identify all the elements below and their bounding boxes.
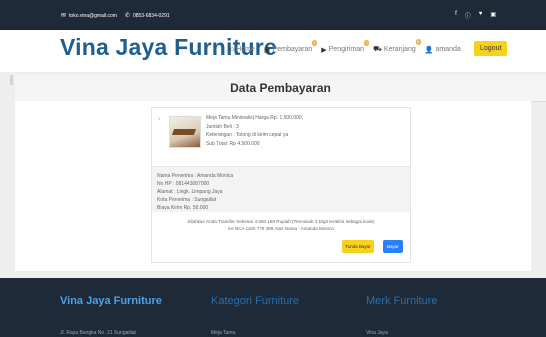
pay-later-button[interactable]: Tunda Bayar: [342, 240, 374, 253]
phone-contact: ✆ 0853-6834-0291: [124, 12, 170, 20]
mail-icon: ✉: [61, 13, 67, 19]
shipping-cost: Biaya Kirim Rp. 50.000: [157, 205, 209, 211]
nav-home-label: Home: [236, 46, 255, 53]
footer-brand: Vina Jaya Furniture: [60, 295, 162, 307]
youtube-icon[interactable]: ▣: [490, 11, 496, 20]
instagram-icon[interactable]: ⓘ: [465, 11, 471, 20]
item-subtotal: Sub Total: Rp 4.500.000: [206, 140, 260, 147]
footer: Vina Jaya Furniture Kategori Furniture M…: [0, 278, 546, 337]
transfer-amount-text: Silahkan Anda Transfer Sebesar 4.550.168…: [187, 219, 375, 224]
item-note: Keterangan : Tolong di kirim cepat ya: [206, 132, 289, 138]
phone-icon: ✆: [124, 13, 130, 19]
top-bar: ✉ toko.vina@gmail.com ✆ 0853-6834-0291 f…: [0, 0, 546, 30]
email-contact: ✉ toko.vina@gmail.com: [61, 12, 117, 20]
facebook-icon[interactable]: f: [455, 11, 457, 20]
phone-text: 0853-6834-0291: [132, 12, 170, 19]
recipient-city: Kota Penerima : Sungailiat: [157, 197, 217, 203]
footer-kategori-item[interactable]: Meja Tamu: [211, 330, 235, 336]
nav-user-label: amanda: [435, 46, 461, 53]
contact-info: ✉ toko.vina@gmail.com ✆ 0853-6834-0291: [61, 12, 170, 20]
footer-kategori-heading: Kategori Furniture: [211, 295, 300, 307]
recipient-address: Alamat : Lingk. Limpang Jaya: [157, 189, 223, 195]
recipient-name: Nama Penerima : Amanda Monica: [157, 173, 234, 179]
money-icon: ▣: [263, 46, 271, 54]
item-qty: Jumlah Beli : 3: [206, 123, 239, 130]
item-name-price: Meja Tamu Minimalis| Harga Rp. 1.500.000…: [206, 115, 304, 121]
bank-account-text: Ke BCA 1180 779 388 Atas Nama : Amanda M…: [228, 226, 334, 231]
scroll-edge: [10, 75, 13, 85]
nav-keranjang[interactable]: ⛟ Keranjang 0: [373, 39, 421, 54]
home-icon: ⌂: [230, 46, 235, 53]
product-image: [169, 116, 201, 148]
cart-icon: ⛟: [373, 46, 382, 53]
nav-pengiriman[interactable]: ▶ Pengiriman 0: [321, 39, 370, 54]
pembayaran-badge: 1: [312, 39, 318, 46]
payment-card: 1 Meja Tamu Minimalis| Harga Rp. 1.500.0…: [151, 107, 411, 263]
nav-pengiriman-label: Pengiriman: [328, 46, 365, 53]
footer-merk-item[interactable]: Vina Jaya: [366, 330, 388, 336]
twitter-icon[interactable]: ♥: [479, 11, 483, 20]
footer-merk-heading: Merk Furniture: [366, 295, 438, 307]
pengiriman-badge: 0: [363, 39, 370, 46]
keranjang-badge: 0: [415, 39, 421, 45]
nav-pembayaran[interactable]: ▣ Pembayaran 1: [263, 39, 318, 54]
page-title: Data Pembayaran: [15, 75, 546, 102]
order-item-row: 1 Meja Tamu Minimalis| Harga Rp. 1.500.0…: [152, 108, 410, 166]
user-icon: 👤: [424, 46, 434, 54]
footer-address: Jl. Raya Bangka No. 21 Sungailiat: [60, 330, 136, 336]
pay-button[interactable]: Bayar: [383, 240, 403, 253]
shipping-info: Nama Penerima : Amanda Monica No HP : 08…: [152, 166, 410, 212]
nav-user[interactable]: 👤 amanda: [425, 46, 461, 54]
row-number: 1: [158, 116, 161, 121]
item-details: Meja Tamu Minimalis| Harga Rp. 1.500.000…: [206, 114, 303, 148]
nav-pembayaran-label: Pembayaran: [272, 46, 313, 53]
shipping-text: Nama Penerima : Amanda Monica No HP : 08…: [157, 172, 233, 212]
transfer-instruction: Silahkan Anda Transfer Sebesar 4.550.168…: [152, 218, 410, 232]
truck-icon: ▶: [321, 46, 327, 54]
nav-keranjang-label: Keranjang: [383, 46, 416, 53]
nav-links: ⌂ Home ▣ Pembayaran 1 ▶ Pengiriman 0 ⛟ K…: [230, 39, 461, 54]
navbar: Vina Jaya Furniture ⌂ Home ▣ Pembayaran …: [0, 30, 546, 72]
email-text: toko.vina@gmail.com: [69, 12, 117, 19]
logout-button[interactable]: Logout: [474, 41, 508, 56]
recipient-phone: No HP : 081443087000: [157, 181, 210, 187]
nav-home[interactable]: ⌂ Home: [230, 46, 255, 53]
social-links: f ⓘ ♥ ▣: [455, 11, 496, 20]
